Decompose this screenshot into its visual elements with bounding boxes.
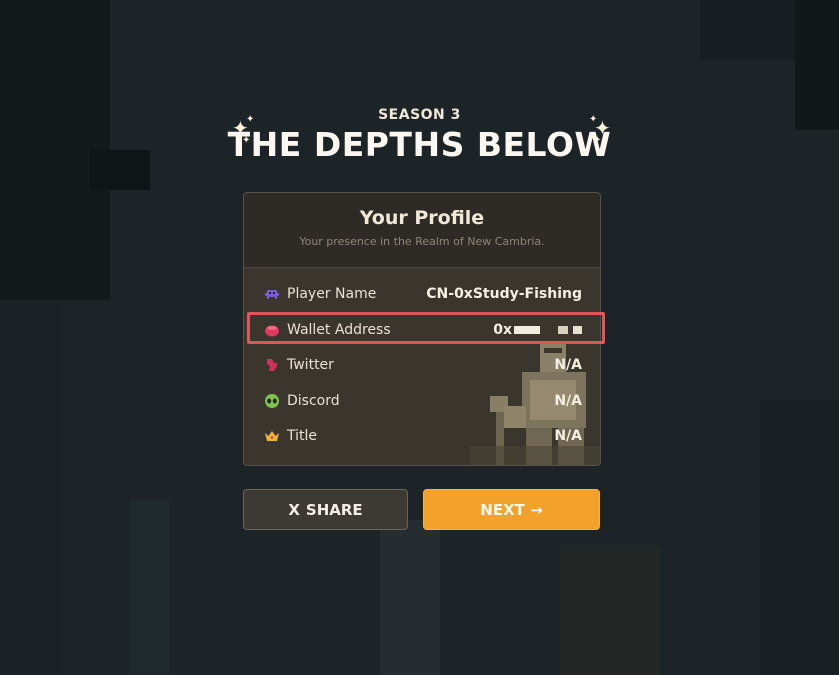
player-name-label: Player Name [287,286,377,302]
share-button[interactable]: X SHARE [243,489,408,530]
bg-trunk [0,300,60,675]
profile-card-header: Your Profile Your presence in the Realm … [244,193,600,268]
x-logo-icon: X [288,500,300,519]
page-title: THE DEPTHS BELOW [227,125,612,164]
title-value: N/A [554,428,582,444]
next-button[interactable]: NEXT → [423,489,600,530]
twitter-icon [264,357,280,373]
discord-label: Discord [287,393,340,409]
title-label: Title [287,428,318,444]
wallet-highlight-box [247,312,605,344]
title-row: Title N/A [264,425,582,447]
bg-light [560,545,660,675]
bg-pillar [380,520,440,675]
alien-icon [264,393,280,409]
share-button-label: SHARE [305,500,363,519]
profile-subtitle: Your presence in the Realm of New Cambri… [299,235,545,248]
discord-row: Discord N/A [264,390,582,412]
bg-shadow [760,400,839,675]
crown-icon [264,428,280,444]
twitter-label: Twitter [287,357,334,373]
space-invader-icon [264,286,280,302]
player-name-value: CN-0xStudy-Fishing [426,286,582,302]
player-name-row: Player Name CN-0xStudy-Fishing [264,283,582,305]
profile-card-body: Player Name CN-0xStudy-Fishing Wallet Ad… [244,268,600,465]
profile-title: Your Profile [359,207,485,229]
bg-post [130,500,170,675]
twitter-value: N/A [554,357,582,373]
discord-value: N/A [554,393,582,409]
season-label: SEASON 3 [378,107,461,123]
twitter-row: Twitter N/A [264,354,582,376]
page-header: SEASON 3 THE DEPTHS BELOW [0,107,839,164]
next-button-label: NEXT → [480,500,543,519]
